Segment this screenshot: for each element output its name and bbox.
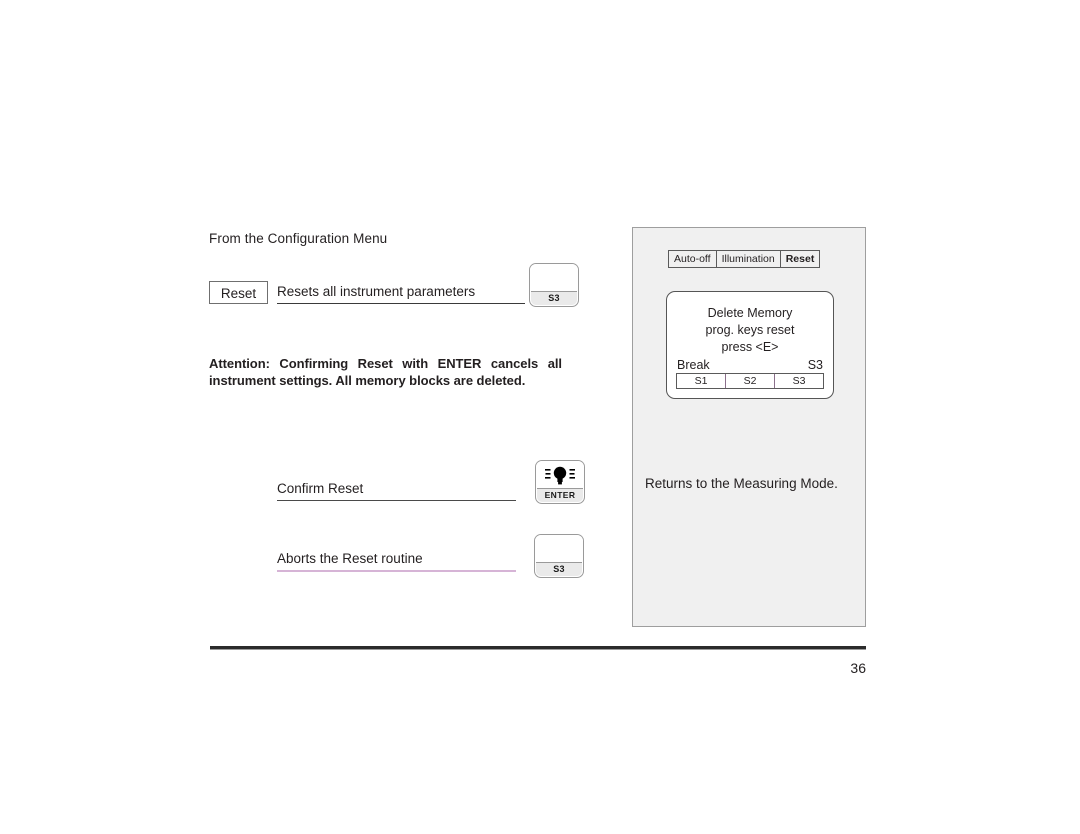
device-illustration-panel: Auto-off Illumination Reset Delete Memor… [632,227,866,627]
confirm-reset-label: Confirm Reset [277,481,364,496]
softkey-s2[interactable]: S2 [726,374,775,388]
panel-note-text: Returns to the Measuring Mode. [645,476,838,491]
lcd-status-row: Break S3 [667,357,833,374]
intro-line: From the Configuration Menu [209,231,388,246]
attention-line-1: Attention: Confirming Reset with ENTER c… [209,356,562,371]
reset-description-underline [277,303,525,304]
confirm-reset-underline [277,500,516,501]
lcd-status-right: S3 [807,358,823,372]
tab-reset[interactable]: Reset [781,251,820,267]
reset-description: Resets all instrument parameters [277,284,476,299]
lcd-line-1: Delete Memory [707,306,793,320]
tab-illumination[interactable]: Illumination [717,251,781,267]
abort-reset-underline [277,570,516,572]
softkey-s3[interactable]: S3 [775,374,823,388]
footer-divider [210,646,866,650]
key-face-blank [530,264,578,293]
instrument-lcd-display: Delete Memory prog. keys reset press <E>… [666,291,834,399]
lcd-line-3: press <E> [721,340,779,354]
reset-menu-chip[interactable]: Reset [209,281,268,304]
hardware-key-s3-bottom[interactable]: S3 [534,534,584,578]
key-face-blank [535,535,583,564]
light-bulb-icon [545,466,575,485]
hardware-key-enter[interactable]: ENTER [535,460,585,504]
abort-reset-label: Aborts the Reset routine [277,551,423,566]
lcd-softkey-bar: S1 S2 S3 [676,373,824,389]
page-number: 36 [850,660,866,676]
attention-line-2: instrument settings. All memory blocks a… [209,372,526,388]
configuration-tab-strip: Auto-off Illumination Reset [668,250,821,268]
attention-warning-text: Attention: Confirming Reset with ENTER c… [209,356,562,389]
softkey-s1[interactable]: S1 [677,374,726,388]
key-legend-enter: ENTER [537,488,583,502]
key-legend-s3: S3 [531,291,577,305]
tab-auto-off[interactable]: Auto-off [669,251,717,267]
lcd-status-left: Break [677,358,710,372]
key-face-illumination [536,461,584,490]
confirm-reset-row: Confirm Reset [277,481,527,501]
key-legend-s3: S3 [536,562,582,576]
abort-reset-row: Aborts the Reset routine [277,551,527,572]
lcd-line-2: prog. keys reset [705,323,795,337]
left-instruction-column: From the Configuration Menu [209,231,609,247]
hardware-key-s3-top[interactable]: S3 [529,263,579,307]
